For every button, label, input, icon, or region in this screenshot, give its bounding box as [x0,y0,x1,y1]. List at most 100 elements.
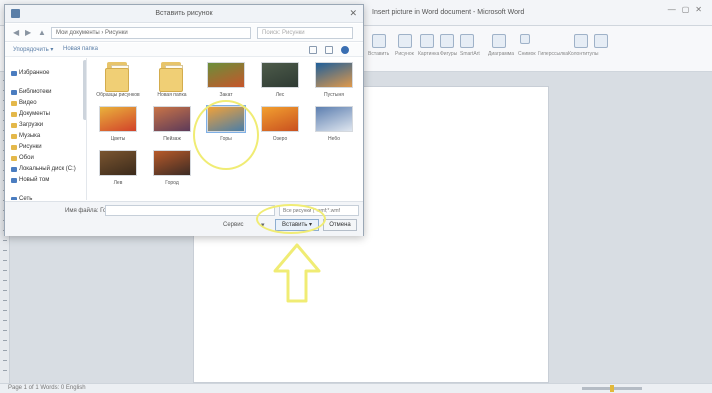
folder-icon [11,156,17,161]
ribbon-button-8[interactable] [574,34,588,48]
image-thumbnail [99,106,137,132]
ribbon-button-6[interactable] [492,34,506,48]
up-arrow-annotation-icon [273,243,321,303]
address-bar[interactable]: Мои документы › Рисунки [51,27,251,39]
search-input[interactable]: Поиск: Рисунки [257,27,353,39]
sidebar-item[interactable]: Видео [19,100,37,106]
ribbon-button-2[interactable] [398,34,412,48]
file-name: Лес [275,92,285,98]
sidebar-item[interactable]: Рисунки [19,144,42,150]
image-file-item[interactable]: Город [147,150,197,192]
ribbon-label: Рисунок [395,51,414,57]
file-name: Лев [113,180,123,186]
file-name: Город [165,180,179,186]
navigation-pane: Избранное Библиотеки Видео Документы Загрузк… [5,58,87,200]
ruler-tick [3,300,7,301]
library-icon [11,90,17,95]
ribbon-button-4[interactable] [440,34,454,48]
folder-icon [11,112,17,117]
sidebar-item[interactable]: Загрузки [19,122,43,128]
sidebar-item[interactable]: Документы [19,111,50,117]
ribbon-button-9[interactable] [594,34,608,48]
ruler-tick [3,340,7,341]
sidebar-item[interactable]: Сеть [19,196,32,200]
organize-button[interactable]: Упорядочить ▾ [13,46,53,53]
close-icon[interactable]: ✕ [695,5,702,14]
dialog-titlebar: Вставить рисунок ✕ [5,5,363,23]
image-file-item[interactable]: Лес [255,62,305,104]
up-arrow-icon[interactable]: ▲ [38,28,46,37]
minimize-icon[interactable]: — [668,5,676,14]
drive-icon [11,178,17,183]
ribbon-button-3[interactable] [420,34,434,48]
drive-icon [11,167,17,172]
help-icon[interactable] [341,46,349,54]
ruler-tick [3,310,7,311]
ribbon-label: Колонтитулы [568,51,599,57]
new-folder-button[interactable]: Новая папка [63,46,98,52]
folder-item[interactable]: Образцы рисунков [93,62,143,104]
sidebar-scrollbar[interactable] [83,60,86,120]
image-file-item[interactable]: Пустыня [309,62,359,104]
ribbon-label: Снимок [518,51,536,57]
status-bar: Page 1 of 1 Words: 0 English [0,383,712,393]
file-name: Пустыня [324,92,344,98]
ribbon-button-1[interactable] [372,34,386,48]
folder-icon [103,62,133,92]
zoom-thumb[interactable] [610,385,614,392]
sidebar-item[interactable]: Новый том [19,177,49,183]
ruler-tick [3,280,7,281]
forward-arrow-icon[interactable]: ▶ [25,28,31,37]
back-arrow-icon[interactable]: ◀ [13,28,19,37]
dialog-title: Вставить рисунок [155,10,213,17]
file-name: Пейзаж [163,136,181,142]
insert-picture-dialog: Вставить рисунок ✕ ◀ ▶ ▲ Мои документы ›… [4,4,364,236]
image-file-item[interactable]: Пейзаж [147,106,197,148]
selection-highlight-circle [193,100,259,170]
network-icon [11,197,17,200]
image-thumbnail [153,106,191,132]
close-icon[interactable]: ✕ [349,8,357,19]
file-name: Небо [328,136,340,142]
image-file-item[interactable]: Лев [93,150,143,192]
image-thumbnail [261,106,299,132]
folder-icon [11,123,17,128]
sidebar-item[interactable]: Музыка [19,133,40,139]
window-controls: — ▢ ✕ [668,5,702,14]
ruler-tick [3,350,7,351]
folder-icon [11,145,17,150]
view-icon[interactable] [309,46,317,54]
image-thumbnail [315,106,353,132]
file-name: Цветы [110,136,126,142]
file-name: Закат [219,92,233,98]
tools-button[interactable]: Сервис [223,222,244,228]
insert-highlight-circle [256,204,326,234]
cancel-button[interactable]: Отмена [323,219,357,231]
sidebar-item[interactable]: Локальный диск (C:) [19,166,76,172]
file-name: Озеро [272,136,288,142]
dialog-toolbar: Упорядочить ▾ Новая папка [5,43,363,57]
ribbon-label: Фигуры [440,51,458,57]
folder-item[interactable]: Новая папка [147,62,197,104]
ribbon-label: Гиперссылка [538,51,569,57]
sidebar-item[interactable]: Библиотеки [19,89,52,95]
ribbon-button-5[interactable] [460,34,474,48]
zoom-slider[interactable] [582,385,642,392]
image-thumbnail [153,150,191,176]
ribbon-label: Вставить [368,51,390,57]
sidebar-item[interactable]: Обои [19,155,34,161]
image-thumbnail [261,62,299,88]
preview-pane-icon[interactable] [325,46,333,54]
image-file-item[interactable]: Небо [309,106,359,148]
image-thumbnail [315,62,353,88]
image-file-item[interactable]: Озеро [255,106,305,148]
ribbon-button-7[interactable] [520,34,530,44]
file-name: Новая папка [157,92,187,98]
filename-input[interactable] [105,205,275,216]
image-file-item[interactable]: Цветы [93,106,143,148]
image-file-item[interactable]: Закат [201,62,251,104]
navigation-bar: ◀ ▶ ▲ Мои документы › Рисунки Поиск: Рис… [5,24,363,42]
ruler-tick [3,260,7,261]
sidebar-item[interactable]: Избранное [19,70,49,76]
maximize-icon[interactable]: ▢ [682,5,690,14]
